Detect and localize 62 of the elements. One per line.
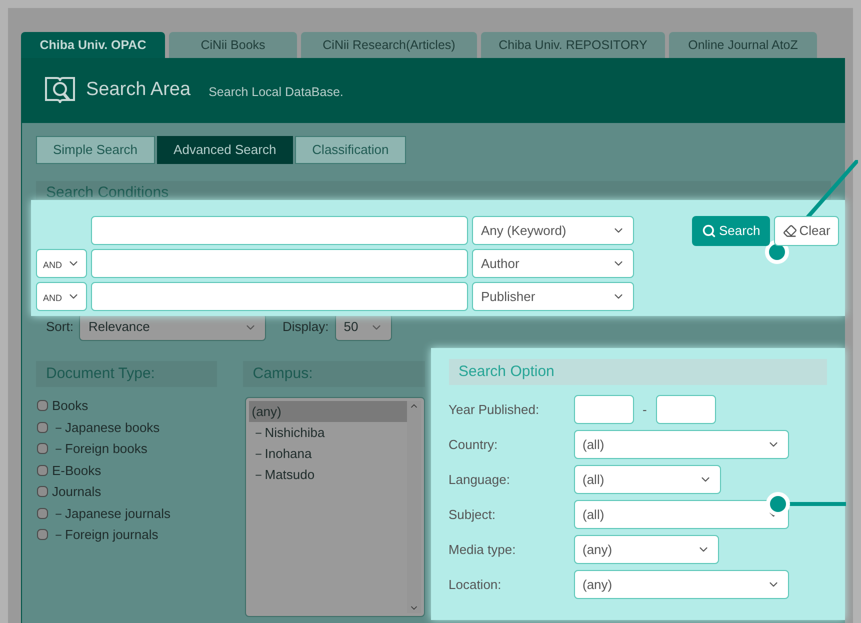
year-to-input[interactable]	[656, 395, 716, 424]
section-header: Search Conditions	[36, 181, 831, 200]
list-option[interactable]: －Nishichiba	[248, 422, 406, 443]
header-subtitle: Search Local DataBase.	[208, 84, 344, 102]
search-mode-tab[interactable]: Simple Search	[36, 136, 155, 164]
tab[interactable]: CiNii Books	[169, 32, 297, 58]
tab[interactable]: Chiba Univ. REPOSITORY	[481, 32, 665, 58]
list-option[interactable]: －Inohana	[248, 443, 406, 464]
field-select[interactable]: Publisher	[472, 282, 634, 311]
checkbox[interactable]	[37, 464, 48, 476]
checkbox-label: －Japanese journals	[52, 504, 171, 523]
checkbox-label: －Foreign journals	[52, 526, 158, 544]
checkbox[interactable]	[37, 486, 48, 498]
list-option[interactable]: (any)	[248, 401, 406, 422]
checkbox-label: Journals	[52, 483, 102, 501]
campus-listbox[interactable]: (any) －Nishichiba －Inohana －Matsudo	[244, 397, 424, 617]
section-header: Document Type:	[36, 361, 217, 387]
checkbox-label: E-Books	[52, 462, 102, 480]
operator-select[interactable]: AND	[36, 249, 87, 278]
field-label: Media type:	[448, 540, 517, 559]
option-select[interactable]: (all)	[574, 430, 788, 459]
scrollbar[interactable]	[406, 401, 420, 613]
search-input[interactable]	[91, 249, 468, 278]
range-separator: -	[642, 400, 647, 419]
checkbox[interactable]	[37, 400, 48, 412]
operator-select[interactable]: AND	[36, 282, 87, 311]
search-mode-tab[interactable]: Advanced Search	[156, 136, 294, 164]
field-label: Language:	[448, 470, 511, 489]
search-input[interactable]	[91, 216, 468, 245]
section-header: Search Option	[448, 359, 827, 385]
field-select[interactable]: Author	[472, 249, 634, 278]
option-select[interactable]: (all)	[574, 500, 788, 529]
checkbox-label: －Japanese books	[52, 418, 160, 437]
checkbox[interactable]	[37, 443, 48, 454]
search-mode-tab[interactable]: Classification	[295, 136, 406, 164]
list-option[interactable]: －Matsudo	[248, 464, 406, 485]
field-label: Subject:	[448, 506, 496, 524]
checkbox-label: Books	[52, 397, 88, 415]
field-label: Location:	[448, 576, 502, 594]
tab[interactable]: Chiba Univ. OPAC	[21, 32, 165, 58]
checkbox[interactable]	[37, 508, 48, 519]
year-from-input[interactable]	[574, 395, 634, 424]
option-select[interactable]: (any)	[574, 535, 718, 564]
sort-label: Sort:	[46, 318, 74, 336]
tab[interactable]: Online Journal AtoZ	[669, 32, 817, 58]
search-input[interactable]	[91, 282, 468, 311]
search-icon	[702, 224, 716, 238]
field-label: Year Published:	[448, 400, 540, 419]
option-select[interactable]: (any)	[574, 570, 788, 599]
search-button[interactable]: Search	[692, 216, 770, 246]
display-label: Display:	[282, 318, 329, 336]
clear-button[interactable]: Clear	[774, 216, 840, 246]
checkbox-label: －Foreign books	[52, 440, 148, 458]
field-label: Country:	[448, 436, 499, 454]
header-title: Search Area	[86, 78, 191, 102]
option-select[interactable]: (all)	[574, 465, 720, 494]
tab[interactable]: CiNii Research(Articles)	[301, 32, 477, 58]
section-header: Campus:	[242, 361, 424, 387]
eraser-icon	[783, 224, 798, 238]
checkbox[interactable]	[37, 529, 48, 540]
checkbox[interactable]	[37, 422, 48, 433]
field-select[interactable]: Any (Keyword)	[472, 216, 634, 245]
